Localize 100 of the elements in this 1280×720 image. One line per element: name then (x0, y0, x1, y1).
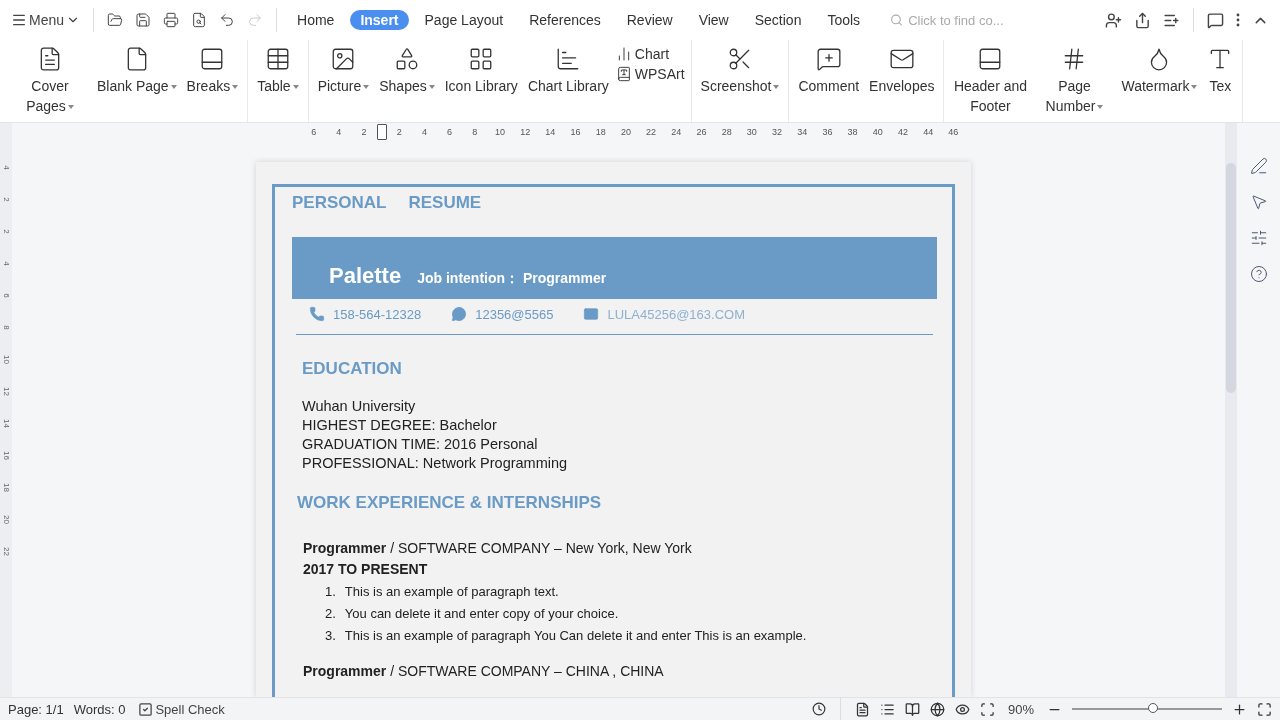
job-period: 2017 TO PRESENT (302, 561, 429, 577)
ribbon-button[interactable]: Picture (314, 44, 373, 98)
ruler-number: 22 (645, 127, 658, 137)
ruler-number: 24 (670, 127, 683, 137)
ruler-number: 20 (619, 127, 632, 137)
menu-button[interactable]: Menu (8, 10, 84, 30)
ruler-number: 4 (335, 127, 343, 137)
menu-tab[interactable]: Section (744, 10, 812, 30)
ruler-number: 2 (1, 197, 11, 202)
check-icon (138, 701, 154, 717)
web-view-icon[interactable] (929, 701, 945, 717)
comment-icon (1207, 11, 1224, 29)
ruler-number: 2 (395, 127, 403, 137)
redo-icon (247, 12, 264, 28)
fit-page-icon[interactable] (979, 701, 995, 717)
share-icon (1134, 11, 1151, 29)
ribbon-button[interactable]: Tex (1204, 44, 1237, 98)
ruler-number: 12 (1, 387, 11, 396)
ruler-number: 40 (871, 127, 884, 137)
menu-tab[interactable]: References (519, 10, 611, 30)
search-icon (890, 13, 904, 27)
ribbon-button[interactable]: Envelopes (866, 44, 938, 98)
name-text: Palette (329, 263, 402, 289)
help-icon[interactable] (1249, 265, 1268, 283)
list-number: 1. (325, 584, 336, 599)
ribbon-button[interactable]: Cover Pages (10, 44, 90, 118)
text-art-icon (615, 66, 632, 82)
ribbon-button[interactable]: Blank Page (94, 44, 180, 98)
ruler-number: 10 (1, 355, 11, 364)
ruler-number: 42 (896, 127, 909, 137)
ribbon-button[interactable]: Screenshot (697, 44, 783, 98)
ruler-number: 26 (695, 127, 708, 137)
ruler-number: 14 (1, 419, 11, 428)
ribbon-button[interactable]: Chart (615, 46, 685, 62)
open-folder-icon (107, 12, 124, 28)
ribbon-button[interactable]: Comment (795, 44, 863, 98)
search-field[interactable]: Click to find co... (890, 11, 1041, 29)
ruler-number: 18 (594, 127, 607, 137)
ruler-number: 32 (771, 127, 784, 137)
ruler-number: 6 (446, 127, 454, 137)
ruler-number: 46 (947, 127, 960, 137)
menu-tab[interactable]: Tools (817, 10, 871, 30)
resume-title: RESUME (408, 193, 482, 213)
more-icon (1236, 13, 1240, 27)
education-line: PROFESSIONAL: Network Programming (301, 454, 569, 473)
ruler-number: 20 (1, 515, 11, 524)
menu-tab[interactable]: Review (616, 10, 683, 30)
indent-marker[interactable] (376, 124, 387, 140)
ruler-number: 36 (821, 127, 834, 137)
menu-tab[interactable]: View (688, 10, 739, 30)
education-line: Wuhan University (301, 397, 417, 416)
ribbon-button[interactable]: Breaks (183, 44, 242, 98)
menu-tab[interactable]: Home (287, 10, 345, 30)
list-text: This is an example of paragraph You Can delete it and enter This is an example. (344, 628, 807, 643)
contact-text: 12356@5565 (475, 306, 554, 322)
print-icon (163, 12, 180, 28)
eye-icon[interactable] (954, 701, 970, 717)
list-text: You can delete it and enter copy of your choice. (344, 606, 619, 621)
ruler-number: 4 (1, 261, 11, 266)
job-title: Programmer / SOFTWARE COMPANY – New York, New York (302, 540, 693, 556)
clock-icon[interactable] (811, 702, 826, 716)
ruler-number: 18 (1, 483, 11, 492)
outline-view-icon[interactable] (879, 701, 895, 717)
page-view-icon[interactable] (854, 701, 870, 717)
zoom-in-icon[interactable] (1232, 701, 1247, 717)
ruler-number: 14 (544, 127, 557, 137)
undo-icon (219, 12, 236, 28)
job-title: Programmer / SOFTWARE COMPANY – CHINA , CHINA (302, 663, 665, 679)
section-heading: WORK EXPERIENCE & INTERNSHIPS (297, 493, 603, 513)
ruler-number: 2 (1, 229, 11, 234)
sliders-icon[interactable] (1249, 229, 1268, 247)
ruler-number: 6 (310, 127, 318, 137)
ribbon-button[interactable]: Header and Footer (950, 44, 1031, 118)
ruler-number: 4 (420, 127, 428, 137)
edit-pen-icon[interactable] (1249, 157, 1268, 175)
ribbon-button[interactable]: WPSArt (615, 66, 685, 82)
ruler-number: 2 (360, 127, 368, 137)
menu-tab[interactable]: Page Layout (414, 10, 514, 30)
spell-check-button[interactable]: Spell Check (135, 699, 228, 719)
ribbon-button[interactable]: Table (254, 44, 302, 98)
pointer-icon[interactable] (1249, 193, 1268, 211)
scrollbar[interactable] (1225, 123, 1237, 697)
word-count: Words: 0 (73, 701, 126, 717)
ruler-number: 8 (471, 127, 479, 137)
ribbon-button[interactable]: Page Number (1034, 44, 1115, 118)
ribbon-button[interactable]: Icon Library (441, 44, 521, 98)
print-preview-icon (191, 12, 208, 28)
fullscreen-icon[interactable] (1257, 701, 1272, 717)
menu-icon (11, 12, 27, 28)
phone-icon (309, 306, 325, 322)
ribbon-button[interactable]: Chart Library (524, 44, 612, 98)
ribbon-button[interactable]: Shapes (376, 44, 438, 98)
ribbon-button[interactable]: Watermark (1118, 44, 1201, 98)
reading-view-icon[interactable] (904, 701, 920, 717)
list-number: 2. (325, 606, 336, 621)
list-number: 3. (325, 628, 336, 643)
zoom-level-button[interactable]: 90% (1004, 699, 1037, 719)
ruler-number: 44 (922, 127, 935, 137)
ruler-number: 16 (569, 127, 582, 137)
resume-title: PERSONAL (292, 193, 387, 213)
